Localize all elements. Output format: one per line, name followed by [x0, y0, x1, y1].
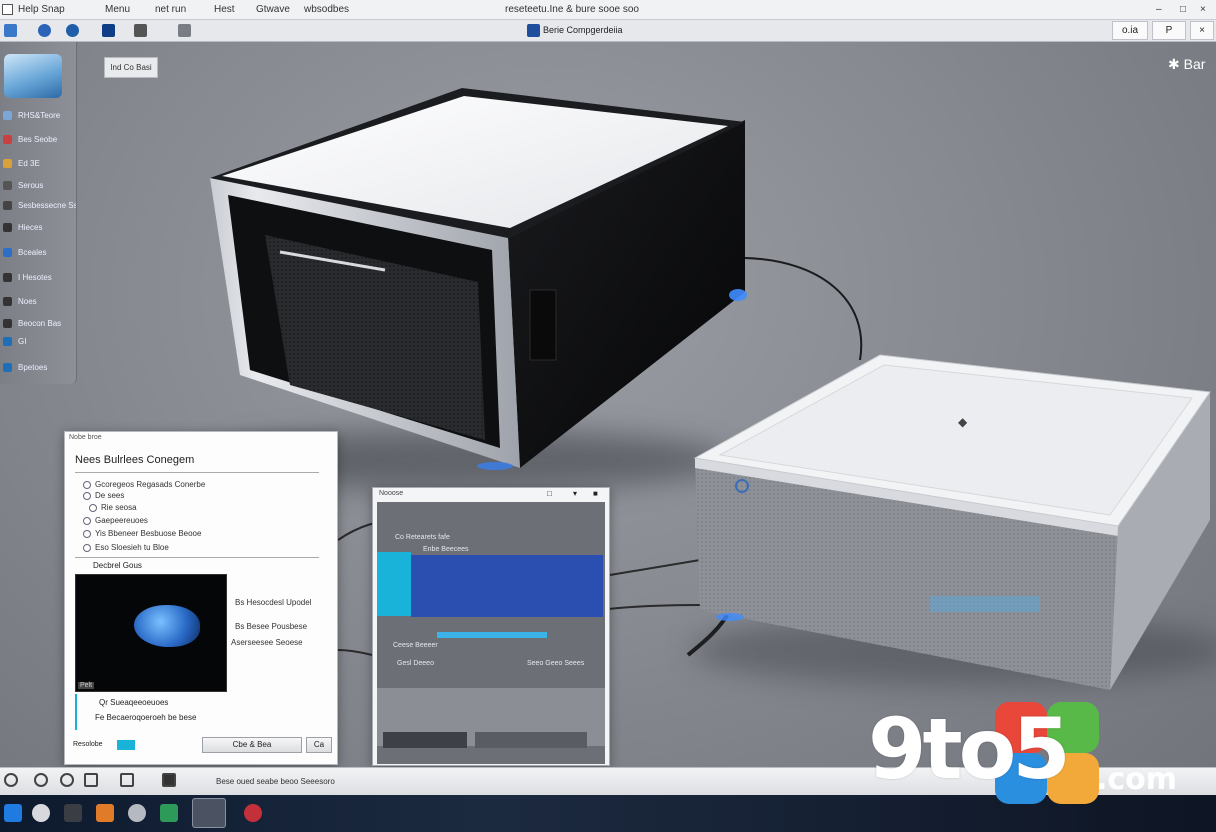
- preview-image: [134, 605, 200, 647]
- terminal-icon[interactable]: [64, 804, 82, 822]
- dialog-titlebar: Nobe broe: [69, 434, 102, 441]
- led-light: [477, 462, 513, 470]
- row-text: Ceese Beeeer: [393, 642, 438, 649]
- option-label: Gcoregeos Regasads Conerbe: [95, 480, 206, 489]
- status-text: Bese oued seabe beoo Seeesoro: [216, 777, 335, 786]
- dropdown-icon[interactable]: ▾: [573, 489, 577, 498]
- cable: [337, 649, 373, 656]
- option-label: Rie seosa: [101, 503, 137, 512]
- watermark-text: 9to5: [868, 700, 1071, 798]
- preview-caption: Pelt: [78, 682, 95, 689]
- circle-icon[interactable]: [34, 773, 48, 787]
- radio-icon: [83, 529, 91, 538]
- row-text: Seeo Geeo Seees: [527, 660, 585, 667]
- accent-bar: [75, 694, 77, 730]
- radio-icon: [83, 480, 91, 489]
- active-app-icon[interactable]: [192, 798, 226, 828]
- row-text: Enbe Beecees: [423, 546, 469, 553]
- search-icon[interactable]: [32, 804, 50, 822]
- option-label: De sees: [95, 491, 125, 500]
- media-icon[interactable]: [244, 804, 262, 822]
- radio-icon: [83, 516, 91, 525]
- tab-button[interactable]: [383, 732, 467, 748]
- option-radio[interactable]: Rie seosa: [89, 503, 137, 512]
- radio-icon: [89, 503, 97, 512]
- row-text: Co Retearets fafe: [395, 534, 450, 541]
- menu-icon[interactable]: ■: [593, 489, 598, 498]
- color-swatch[interactable]: [117, 740, 135, 750]
- option-radio[interactable]: Eso Sloesieh tu Bloe: [83, 543, 169, 552]
- cable: [599, 604, 701, 611]
- led-light: [729, 289, 747, 301]
- cyan-panel: [377, 552, 411, 616]
- settings-dialog: Nobe broe Nees Bulrlees Conegem Gcoregeo…: [64, 431, 338, 765]
- device-icon[interactable]: [162, 773, 176, 787]
- footer-left-label: Resolobe: [73, 741, 103, 748]
- radio-icon: [83, 491, 91, 500]
- window-content: Co Retearets fafe Enbe Beecees Ceese Bee…: [377, 502, 605, 764]
- start-icon[interactable]: [4, 804, 22, 822]
- box-port: [529, 289, 557, 361]
- lock-icon[interactable]: [120, 773, 134, 787]
- led-strip: [930, 596, 1040, 612]
- option-label: Gaepeereuoes: [95, 516, 148, 525]
- preview-pane: Pelt: [75, 574, 227, 692]
- option-radio[interactable]: Gaepeereuoes: [83, 516, 148, 525]
- cable: [744, 257, 863, 361]
- divider: [75, 472, 319, 473]
- browser-icon[interactable]: [128, 804, 146, 822]
- progress-bar: [437, 632, 547, 638]
- cable: [609, 559, 701, 576]
- option-label: Yis Bbeneer Besbuose Beooe: [95, 529, 202, 538]
- settings-icon[interactable]: [4, 773, 18, 787]
- dialog-heading: Nees Bulrlees Conegem: [75, 454, 195, 466]
- clock-icon[interactable]: [60, 773, 74, 787]
- side-text: Bs Besee Pousbese: [235, 622, 308, 631]
- row-text: Gesl Deeeo: [397, 660, 434, 667]
- watermark-logo: 9to5 .com: [868, 700, 1208, 810]
- file-icon[interactable]: [84, 773, 98, 787]
- ok-button[interactable]: Cbe & Bea: [202, 737, 302, 753]
- store-icon[interactable]: [160, 804, 178, 822]
- side-text: Bs Hesocdesl Upodel: [235, 598, 312, 607]
- option-radio[interactable]: De sees: [83, 491, 124, 500]
- side-text: Aserseesee Seoese: [231, 638, 303, 647]
- window-title: Nooose: [379, 490, 404, 497]
- divider: [75, 557, 319, 558]
- led-light: [716, 613, 744, 621]
- box-b-logo-icon: ◆: [958, 415, 968, 429]
- option-radio[interactable]: Gcoregeos Regasads Conerbe: [83, 480, 205, 489]
- app-window: Nooose □ ▾ ■ Co Retearets fafe Enbe Beec…: [372, 487, 610, 766]
- tab-button[interactable]: [475, 732, 587, 748]
- cancel-button[interactable]: Ca: [306, 737, 332, 753]
- option-label: Eso Sloesieh tu Bloe: [95, 543, 169, 552]
- restore-icon[interactable]: □: [547, 489, 552, 498]
- section-label: Decbrel Gous: [93, 561, 142, 570]
- footer-line: Qr Sueaqeeoeuoes: [99, 698, 169, 707]
- blue-panel[interactable]: [411, 555, 603, 617]
- footer-line: Fe Becaeroqoeroeh be bese: [95, 713, 197, 722]
- watermark-suffix: .com: [1096, 762, 1178, 797]
- folder-icon[interactable]: [96, 804, 114, 822]
- radio-icon: [83, 543, 91, 552]
- option-radio[interactable]: Yis Bbeneer Besbuose Beooe: [83, 529, 201, 538]
